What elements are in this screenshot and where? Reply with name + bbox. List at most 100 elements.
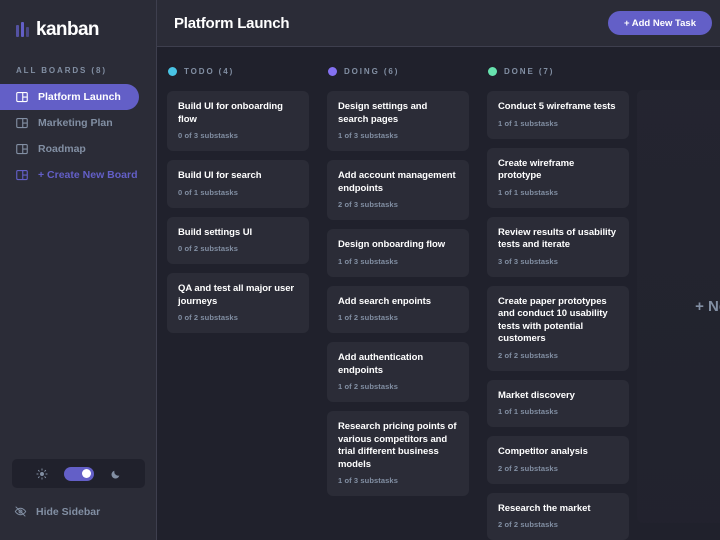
task-title: Market discovery bbox=[498, 389, 575, 401]
top-bar: Platform Launch + Add New Task bbox=[157, 0, 720, 47]
page-title: Platform Launch bbox=[174, 14, 290, 32]
task-subtasks: 0 of 3 substasks bbox=[178, 131, 238, 141]
column-status-dot bbox=[488, 66, 497, 76]
board-icon bbox=[16, 143, 28, 155]
task-card[interactable]: Market discovery 1 of 1 substasks bbox=[487, 379, 629, 428]
card-list: Conduct 5 wireframe tests 1 of 1 substas… bbox=[487, 91, 629, 540]
task-title: Design onboarding flow bbox=[338, 239, 446, 251]
column-status-dot bbox=[328, 66, 337, 76]
sidebar-item-marketing-plan[interactable]: Marketing Plan bbox=[0, 110, 139, 136]
task-subtasks: 1 of 3 substasks bbox=[338, 131, 398, 141]
board-icon bbox=[16, 117, 28, 129]
board-list: Platform Launch Marketing Plan Roadmap +… bbox=[0, 84, 156, 188]
app-logo: kanban bbox=[0, 0, 156, 44]
task-subtasks: 1 of 3 substasks bbox=[338, 476, 398, 486]
board-columns: TODO (4) Build UI for onboarding flow 0 … bbox=[157, 47, 720, 540]
card-list: Build UI for onboarding flow 0 of 3 subs… bbox=[167, 91, 309, 334]
task-title: Build UI for search bbox=[178, 170, 262, 182]
task-subtasks: 2 of 2 substasks bbox=[498, 350, 558, 360]
sidebar: kanban ALL BOARDS (8) Platform Launch Ma… bbox=[0, 0, 157, 540]
kanban-app: kanban ALL BOARDS (8) Platform Launch Ma… bbox=[0, 0, 720, 540]
column-header: DOING (6) bbox=[327, 64, 469, 78]
task-card[interactable]: Add search enpoints 1 of 2 substasks bbox=[327, 285, 469, 334]
board-icon bbox=[16, 91, 28, 103]
new-column-label: + New bbox=[695, 298, 720, 315]
task-card[interactable]: QA and test all major user journeys 0 of… bbox=[167, 273, 309, 334]
task-card[interactable]: Review results of usability tests and it… bbox=[487, 216, 629, 277]
task-title: Competitor analysis bbox=[498, 446, 588, 458]
column-todo: TODO (4) Build UI for onboarding flow 0 … bbox=[157, 64, 317, 540]
task-card[interactable]: Research pricing points of various compe… bbox=[327, 411, 469, 497]
column-header: TODO (4) bbox=[167, 64, 309, 78]
task-card[interactable]: Create wireframe prototype 1 of 1 substa… bbox=[487, 147, 629, 208]
task-title: Research the market bbox=[498, 502, 591, 514]
column-header: DONE (7) bbox=[487, 64, 629, 78]
task-title: Build settings UI bbox=[178, 226, 253, 238]
task-subtasks: 2 of 2 substasks bbox=[498, 463, 558, 473]
new-column-button[interactable]: + New bbox=[637, 90, 720, 523]
task-subtasks: 1 of 2 substasks bbox=[338, 313, 398, 323]
task-card[interactable]: Design settings and search pages 1 of 3 … bbox=[327, 91, 469, 152]
task-subtasks: 1 of 1 substasks bbox=[498, 407, 558, 417]
card-list: Design settings and search pages 1 of 3 … bbox=[327, 91, 469, 497]
task-title: Create wireframe prototype bbox=[498, 157, 575, 182]
task-card[interactable]: Research the market 2 of 2 substasks bbox=[487, 492, 629, 540]
task-subtasks: 0 of 1 substasks bbox=[178, 187, 238, 197]
sidebar-item-label: Platform Launch bbox=[38, 91, 121, 103]
task-subtasks: 2 of 2 substasks bbox=[498, 520, 558, 530]
all-boards-heading: ALL BOARDS (8) bbox=[16, 66, 107, 75]
task-subtasks: 1 of 1 substasks bbox=[498, 118, 558, 128]
task-subtasks: 1 of 2 substasks bbox=[338, 382, 398, 392]
sidebar-item-platform-launch[interactable]: Platform Launch bbox=[0, 84, 139, 110]
task-title: QA and test all major user journeys bbox=[178, 283, 295, 307]
task-card[interactable]: Design onboarding flow 1 of 3 substasks bbox=[327, 229, 469, 277]
task-title: Build UI for onboarding flow bbox=[178, 101, 283, 125]
task-card[interactable]: Build UI for search 0 of 1 substasks bbox=[167, 160, 309, 208]
sun-icon bbox=[35, 467, 48, 480]
task-subtasks: 1 of 1 substasks bbox=[498, 187, 558, 197]
column-name: DONE (7) bbox=[504, 66, 555, 76]
task-title: Add authentication endpoints bbox=[338, 352, 424, 376]
board-icon bbox=[16, 169, 28, 181]
task-subtasks: 3 of 3 substasks bbox=[498, 256, 558, 266]
task-card[interactable]: Conduct 5 wireframe tests 1 of 1 substas… bbox=[487, 91, 629, 139]
create-new-board-label: + Create New Board bbox=[38, 169, 138, 181]
task-subtasks: 2 of 3 substasks bbox=[338, 200, 398, 210]
sidebar-item-label: Marketing Plan bbox=[38, 117, 113, 129]
task-title: Create paper prototypes and conduct 10 u… bbox=[498, 295, 608, 345]
eye-off-icon bbox=[14, 506, 27, 517]
task-title: Research pricing points of various compe… bbox=[338, 421, 457, 470]
moon-icon bbox=[111, 470, 119, 478]
task-card[interactable]: Build settings UI 0 of 2 substasks bbox=[167, 216, 309, 265]
theme-switch-knob bbox=[82, 469, 91, 478]
column-doing: DOING (6) Design settings and search pag… bbox=[317, 64, 477, 540]
add-new-task-button[interactable]: + Add New Task bbox=[607, 11, 712, 35]
task-card[interactable]: Add authentication endpoints 1 of 2 subs… bbox=[327, 342, 469, 403]
task-subtasks: 0 of 2 substasks bbox=[178, 313, 238, 323]
task-subtasks: 1 of 3 substasks bbox=[338, 256, 398, 266]
hide-sidebar-label: Hide Sidebar bbox=[36, 505, 101, 518]
theme-toggle-panel bbox=[12, 459, 145, 488]
kanban-bars-icon bbox=[16, 22, 29, 37]
create-new-board-button[interactable]: + Create New Board bbox=[0, 162, 139, 188]
task-subtasks: 0 of 2 substasks bbox=[178, 244, 238, 254]
task-card[interactable]: Competitor analysis 2 of 2 substasks bbox=[487, 436, 629, 484]
sidebar-item-roadmap[interactable]: Roadmap bbox=[0, 136, 139, 162]
hide-sidebar-button[interactable]: Hide Sidebar bbox=[14, 505, 100, 518]
task-title: Add search enpoints bbox=[338, 295, 432, 307]
task-title: Add account management endpoints bbox=[338, 170, 456, 194]
task-card[interactable]: Create paper prototypes and conduct 10 u… bbox=[487, 285, 629, 371]
main-area: Platform Launch + Add New Task TODO (4) … bbox=[157, 0, 720, 540]
task-title: Conduct 5 wireframe tests bbox=[498, 101, 616, 112]
task-card[interactable]: Add account management endpoints 2 of 3 … bbox=[327, 160, 469, 221]
sidebar-item-label: Roadmap bbox=[38, 143, 86, 155]
logo-text: kanban bbox=[36, 18, 100, 40]
column-name: DOING (6) bbox=[344, 66, 400, 76]
theme-switch[interactable] bbox=[63, 466, 94, 481]
task-title: Design settings and search pages bbox=[338, 101, 428, 125]
column-status-dot bbox=[168, 66, 177, 76]
task-title: Review results of usability tests and it… bbox=[498, 226, 616, 251]
column-done: DONE (7) Conduct 5 wireframe tests 1 of … bbox=[477, 64, 637, 540]
column-name: TODO (4) bbox=[184, 66, 235, 76]
task-card[interactable]: Build UI for onboarding flow 0 of 3 subs… bbox=[167, 91, 309, 152]
